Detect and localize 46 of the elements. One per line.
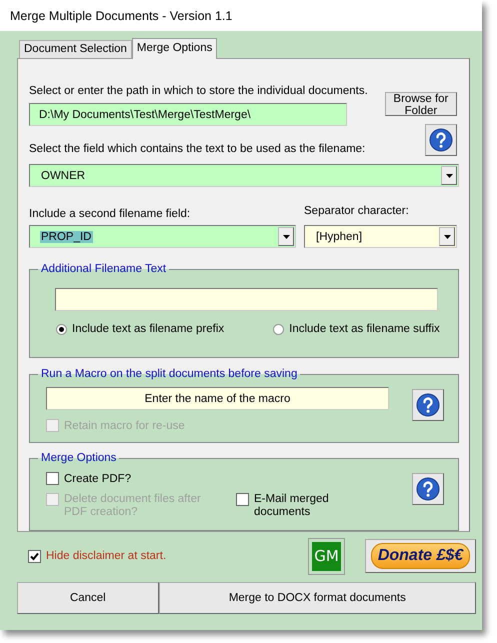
tab[interactable]: Document Selection (19, 40, 132, 58)
dropdown[interactable]: PROP_ID (29, 225, 296, 248)
radio-button[interactable] (273, 324, 284, 334)
group-title: Additional Filename Text (40, 262, 168, 276)
checkmark-icon (30, 552, 39, 560)
action-button[interactable]: Cancel (17, 582, 159, 614)
checkbox[interactable] (46, 472, 59, 485)
checkbox-label: Delete document files after PDF creation? (64, 493, 202, 519)
path-field[interactable]: D:\My Documents\Test\Merge\TestMerge\ (29, 103, 347, 126)
dropdown[interactable]: OWNER (29, 164, 459, 187)
window-title: Merge Multiple Documents - Version 1.1 (10, 8, 232, 22)
field-label: Separator character: (304, 205, 410, 218)
help-icon (429, 128, 453, 152)
checkbox[interactable] (28, 550, 41, 562)
group-title: Merge Options (40, 451, 118, 465)
field-label: Select or enter the path in which to store the individual documents. (29, 85, 368, 98)
checkbox-label: Create PDF? (64, 472, 132, 484)
caret-icon (446, 174, 452, 178)
group-title: Run a Macro on the split documents before saving (40, 367, 298, 381)
radio-label: Include text as filename prefix (72, 323, 224, 335)
help-button[interactable] (412, 473, 444, 505)
field-label: Include a second filename field: (29, 208, 192, 221)
field-label: Select the field which contains the text to be used as the filename: (29, 143, 366, 156)
text-field[interactable] (55, 288, 438, 311)
caret-icon (444, 234, 450, 238)
help-icon (416, 393, 440, 417)
macro-field[interactable]: Enter the name of the macro (46, 387, 389, 410)
caret-icon (282, 234, 290, 238)
checkbox-label: Retain macro for re-use (64, 420, 185, 432)
help-button[interactable] (425, 124, 457, 156)
checkbox[interactable] (236, 493, 249, 506)
dropdown-arrow-button[interactable] (278, 227, 294, 246)
donate-button[interactable]: Donate £$€ (365, 539, 476, 573)
dropdown[interactable]: [Hyphen] (304, 225, 457, 248)
checkbox-label: E-Mail merged documents (254, 493, 330, 519)
browse-button[interactable]: Browse for Folder (384, 92, 457, 116)
action-button[interactable]: Merge to DOCX format documents (158, 582, 476, 614)
dropdown-arrow-button[interactable] (441, 166, 457, 185)
tab[interactable]: Merge Options (132, 38, 218, 59)
radio-button[interactable] (56, 324, 67, 334)
dropdown-arrow-button[interactable] (439, 227, 455, 246)
gm-button[interactable]: GM (308, 538, 345, 574)
help-button[interactable] (412, 389, 444, 421)
radio-label: Include text as filename suffix (289, 323, 440, 335)
help-icon (416, 477, 440, 501)
checkbox-label: Hide disclaimer at start. (46, 550, 166, 562)
